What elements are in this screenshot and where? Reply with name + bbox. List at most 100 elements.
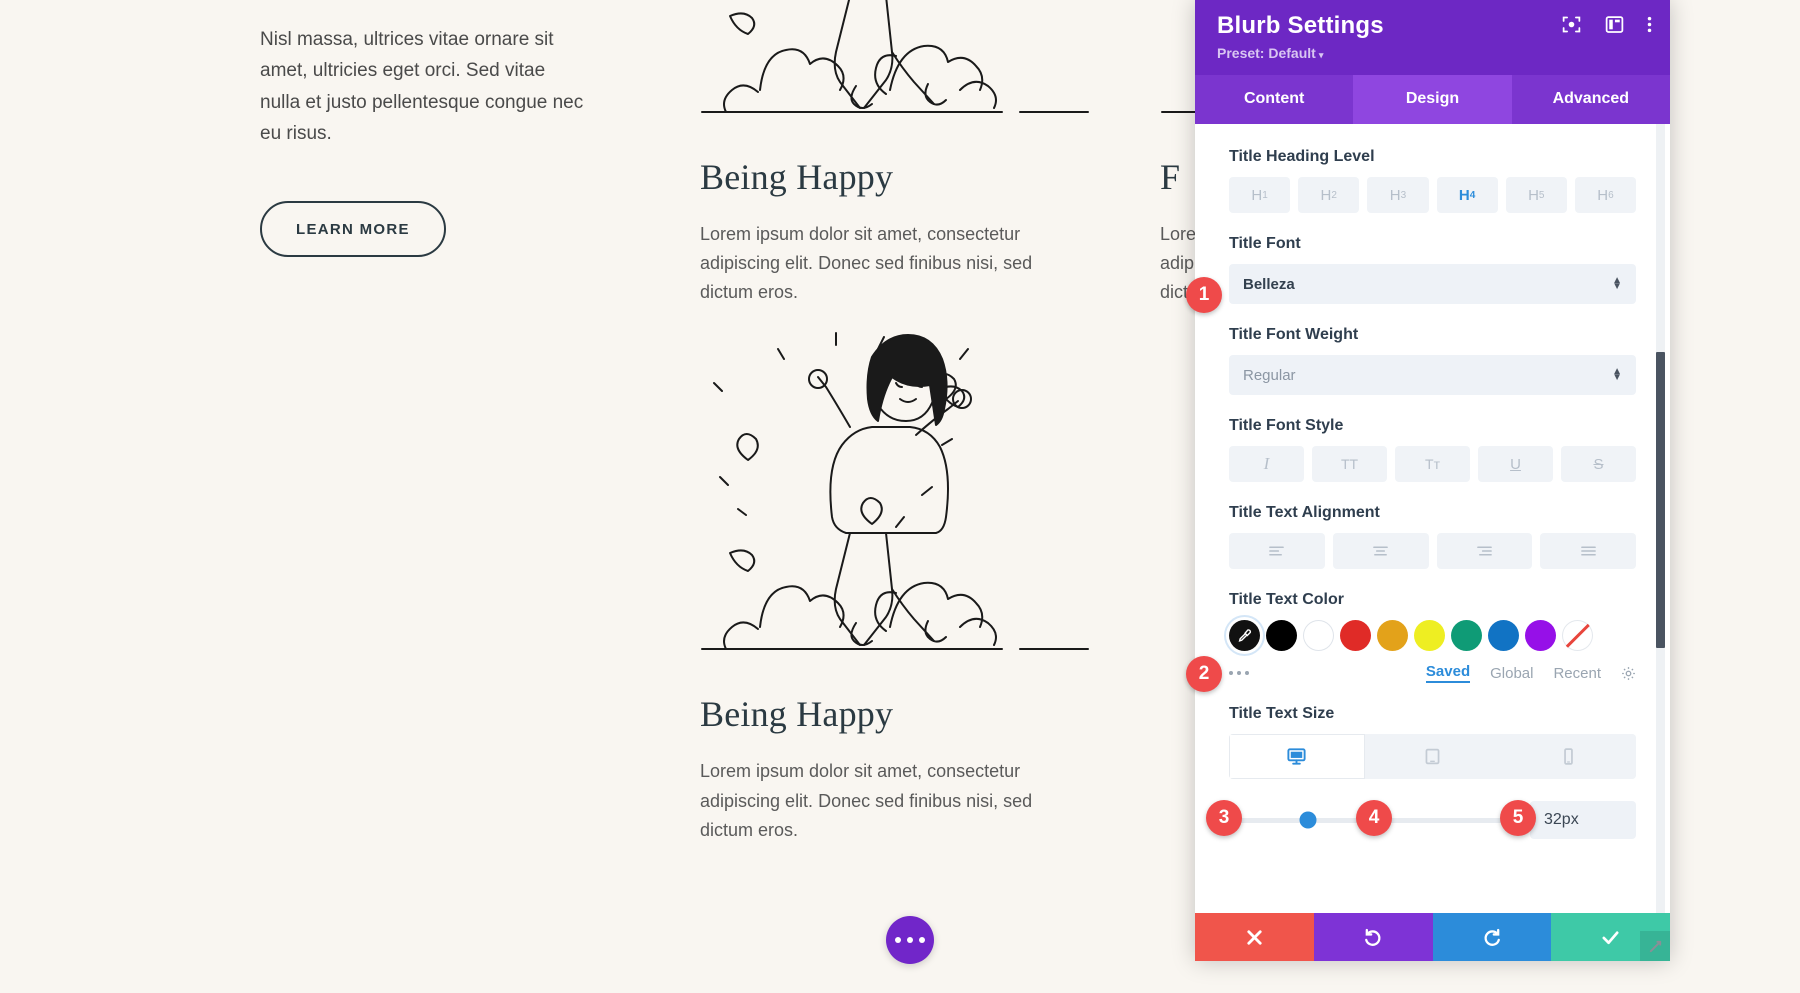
field-label: Title Text Color <box>1229 591 1344 608</box>
check-icon <box>1602 930 1619 944</box>
uppercase-icon[interactable]: TT <box>1312 446 1387 482</box>
focus-target-icon[interactable] <box>1561 14 1582 35</box>
palette-links: Saved Global Recent <box>1425 663 1636 683</box>
modal-header: Blurb Settings Preset: Default ▾ <box>1195 0 1670 75</box>
align-justify-icon[interactable] <box>1540 533 1636 569</box>
selected-value: Regular <box>1243 366 1296 384</box>
swatch-orange[interactable] <box>1377 620 1408 651</box>
blurb-title: Being Happy <box>700 157 894 197</box>
learn-more-button[interactable]: LEARN MORE <box>260 201 446 258</box>
field-title-text-color: Title Text Color Saved Global Recent <box>1229 591 1636 683</box>
palette-tab-global[interactable]: Global <box>1490 665 1533 682</box>
swatch-red[interactable] <box>1340 620 1371 651</box>
glyph: S <box>1593 455 1604 473</box>
redo-button[interactable] <box>1432 913 1552 961</box>
underline-icon[interactable]: U <box>1478 446 1553 482</box>
annotation-badge-1: 1 <box>1186 277 1222 313</box>
color-meta-row: Saved Global Recent <box>1229 663 1636 683</box>
close-icon <box>1247 929 1262 945</box>
text-size-controls: 32px <box>1229 801 1636 839</box>
swatch-yellow[interactable] <box>1414 620 1445 651</box>
strikethrough-icon[interactable]: S <box>1561 446 1636 482</box>
preset-label: Preset: Default <box>1217 45 1316 61</box>
num: 6 <box>1608 189 1614 201</box>
num: 2 <box>1331 189 1337 201</box>
cancel-button[interactable] <box>1195 913 1314 961</box>
palette-tab-recent[interactable]: Recent <box>1553 665 1601 682</box>
more-vertical-icon[interactable] <box>1647 14 1652 35</box>
italic-icon[interactable]: I <box>1229 446 1304 482</box>
blurb-text: Lorem ipsum dolor sit amet, consectetur … <box>700 224 1033 303</box>
modal-header-icons <box>1561 14 1652 35</box>
left-column: Nisl massa, ultrices vitae ornare sit am… <box>260 24 590 258</box>
device-tab-phone[interactable] <box>1500 734 1636 779</box>
heading-level-h1[interactable]: H1 <box>1229 177 1291 213</box>
title-font-select[interactable]: Belleza ▲ ▼ <box>1229 264 1636 304</box>
resize-handle[interactable] <box>1640 931 1670 961</box>
desktop-icon <box>1287 748 1306 765</box>
annotation-badge-4: 4 <box>1356 800 1392 836</box>
align-right-icon[interactable] <box>1436 533 1533 569</box>
redo-icon <box>1484 928 1501 946</box>
align-left-icon[interactable] <box>1229 533 1325 569</box>
device-tab-tablet[interactable] <box>1364 734 1501 779</box>
middle-column: Being Happy Lorem ipsum dolor sit amet, … <box>700 0 1090 865</box>
slider-handle[interactable] <box>1299 811 1317 829</box>
tab-advanced[interactable]: Advanced <box>1512 75 1670 124</box>
glyph: I <box>1263 454 1270 473</box>
field-title-heading-level: Title Heading Level H1 H2 H3 H4 H5 H6 <box>1229 148 1637 213</box>
heading-level-h5[interactable]: H5 <box>1505 177 1567 213</box>
field-label: Title Font Weight <box>1229 326 1359 343</box>
tab-design[interactable]: Design <box>1353 75 1512 124</box>
device-tab-desktop[interactable] <box>1229 734 1365 779</box>
phone-icon <box>1563 748 1573 765</box>
align-center-icon[interactable] <box>1332 533 1429 569</box>
heading-level-h4[interactable]: H4 <box>1436 177 1498 213</box>
num: 1 <box>1262 189 1268 201</box>
field-title-text-alignment: Title Text Alignment <box>1229 504 1636 569</box>
small-caps-icon[interactable]: Tᴛ <box>1395 446 1470 482</box>
more-colors-icon[interactable] <box>1229 671 1249 675</box>
title-font-weight-select[interactable]: Regular ▲ ▼ <box>1229 355 1636 395</box>
field-label: Title Text Size <box>1229 705 1335 722</box>
glyph: Tᴛ <box>1425 456 1440 472</box>
dot <box>1229 671 1233 675</box>
color-swatches <box>1229 620 1636 651</box>
num: 4 <box>1469 189 1476 201</box>
modal-footer <box>1195 913 1670 961</box>
field-label: Title Font Style <box>1229 417 1344 434</box>
gear-icon[interactable] <box>1621 666 1636 681</box>
tag: H <box>1251 186 1263 204</box>
undo-button[interactable] <box>1313 913 1433 961</box>
tab-content[interactable]: Content <box>1195 75 1353 124</box>
happy-person-illustration <box>701 0 1089 113</box>
swatch-white[interactable] <box>1303 620 1334 651</box>
heading-level-h3[interactable]: H3 <box>1367 177 1429 213</box>
heading-level-h2[interactable]: H2 <box>1298 177 1360 213</box>
preset-selector[interactable]: Preset: Default ▾ <box>1217 45 1648 61</box>
swatch-blue[interactable] <box>1488 620 1519 651</box>
swatch-black[interactable] <box>1266 620 1297 651</box>
annotation-badge-5: 5 <box>1500 800 1536 836</box>
palette-tab-saved[interactable]: Saved <box>1425 663 1471 683</box>
text-size-value-input[interactable]: 32px <box>1530 801 1636 839</box>
swatch-green[interactable] <box>1451 620 1482 651</box>
modal-tabs: Content Design Advanced <box>1195 75 1670 124</box>
heading-level-h6[interactable]: H6 <box>1574 177 1637 213</box>
blurb-module[interactable]: Being Happy Lorem ipsum dolor sit amet, … <box>700 327 1090 844</box>
dot <box>919 937 925 943</box>
blurb-module[interactable]: Being Happy Lorem ipsum dolor sit amet, … <box>700 0 1090 307</box>
stepper-arrows-icon: ▲ ▼ <box>1612 275 1622 292</box>
chevron-down-icon: ▾ <box>1318 50 1324 60</box>
selected-value: Belleza <box>1243 275 1295 293</box>
color-picker-eyedropper[interactable] <box>1229 620 1260 651</box>
page-settings-button[interactable] <box>886 916 934 964</box>
swatch-transparent[interactable] <box>1562 620 1593 651</box>
layout-columns-icon[interactable] <box>1604 14 1625 35</box>
blurb-text: Lorem ipsum dolor sit amet, consectetur … <box>700 761 1033 840</box>
field-label: Title Text Alignment <box>1229 504 1380 521</box>
font-style-options: I TT Tᴛ U S <box>1229 446 1636 482</box>
field-title-font-style: Title Font Style I TT Tᴛ U S <box>1229 417 1636 482</box>
swatch-purple[interactable] <box>1525 620 1556 651</box>
scrollbar-thumb[interactable] <box>1656 352 1665 648</box>
